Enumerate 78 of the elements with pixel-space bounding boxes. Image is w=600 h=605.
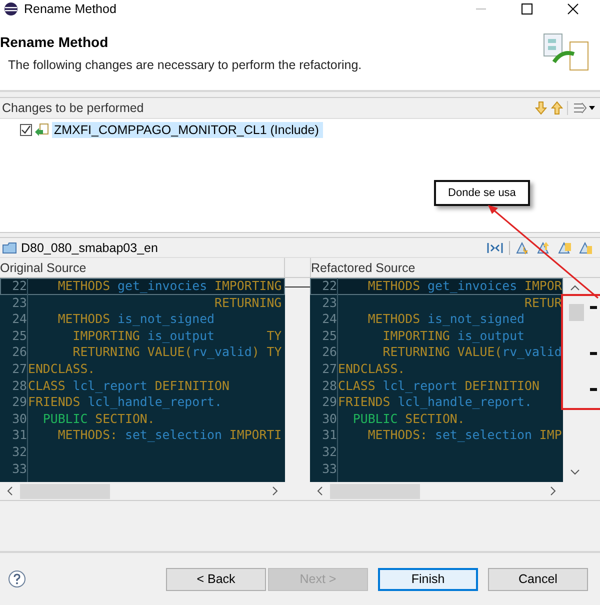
code-line: METHODS get_invoices IMPOR [366, 278, 562, 295]
line-number: 23 [321, 294, 338, 312]
code-line: PUBLIC SECTION. [352, 410, 465, 428]
line-number: 22 [321, 278, 338, 295]
dialog-button[interactable]: Finish [378, 568, 478, 590]
code-line: FRIENDS lcl_handle_report. [28, 394, 222, 411]
code-line: RETURNING VALUE(rv_valid) TY [72, 344, 282, 361]
line-number: 27 [321, 360, 338, 378]
line-number: 30 [11, 410, 28, 428]
line-number: 28 [321, 378, 338, 394]
line-number: 25 [11, 328, 28, 344]
help-icon[interactable] [8, 570, 26, 588]
line-number: 24 [321, 311, 338, 328]
page-message: The following changes are necessary to perform the refactoring. [8, 58, 363, 72]
previous-change-icon[interactable] [536, 240, 552, 254]
line-number: 32 [321, 444, 338, 461]
line-number: 31 [11, 427, 28, 444]
line-number: 28 [11, 378, 28, 394]
scrollbar-thumb[interactable] [569, 304, 584, 321]
code-line: IMPORTING is_output TY [72, 328, 282, 344]
code-line: ENDCLASS. [338, 360, 406, 378]
column-title: Original Source [0, 258, 285, 277]
code-line: IMPORTING is_output [382, 328, 524, 344]
folder-icon [2, 240, 18, 254]
code-line: METHODS get_invocies IMPORTING [56, 278, 282, 295]
line-number: 23 [11, 294, 28, 312]
code-line: RETUR [523, 294, 562, 312]
code-line: METHODS: set_selection IMP [366, 427, 562, 444]
line-number: 24 [11, 311, 28, 328]
scrollbar-thumb[interactable] [20, 484, 110, 498]
dialog-button[interactable]: Cancel [488, 568, 588, 590]
next-difference-icon[interactable] [557, 240, 573, 254]
line-number: 27 [11, 360, 28, 378]
scrollbar-thumb[interactable] [330, 484, 420, 498]
code-editor[interactable] [0, 278, 285, 482]
code-line: METHODS: set_selection IMPORTI [56, 427, 282, 444]
page-title: Rename Method [0, 34, 110, 50]
line-number: 25 [321, 328, 338, 344]
code-line: RETURNING [213, 294, 282, 312]
line-number: 26 [11, 344, 28, 361]
line-number: 31 [321, 427, 338, 444]
code-line: FRIENDS lcl_handle_report. [338, 394, 532, 411]
line-number: 30 [321, 410, 338, 428]
line-number: 29 [321, 394, 338, 411]
code-line: PUBLIC SECTION. [42, 410, 155, 428]
code-editor[interactable] [310, 278, 563, 482]
line-number: 22 [11, 278, 28, 295]
scroll-down-icon[interactable] [570, 468, 580, 476]
callout-label: Donde se usa [434, 180, 530, 206]
file-icon [34, 123, 50, 137]
next-change-icon[interactable] [515, 240, 531, 254]
code-line: ENDCLASS. [28, 360, 96, 378]
code-line: CLASS lcl_report DEFINITION [338, 378, 540, 394]
compare-icon[interactable] [486, 240, 504, 254]
compare-title: D80_080_smabap03_en [21, 240, 159, 254]
line-number: 33 [11, 460, 28, 478]
pane-title: Changes to be performed [2, 101, 145, 115]
code-line: RETURNING VALUE(rv_valid [382, 344, 562, 361]
line-number: 29 [11, 394, 28, 411]
scroll-left-icon[interactable] [6, 486, 14, 496]
code-line: METHODS is_not_signed [56, 311, 215, 328]
connector-line [285, 286, 310, 288]
code-line: METHODS is_not_signed [366, 311, 525, 328]
scroll-right-icon[interactable] [271, 486, 279, 496]
code-line: CLASS lcl_report DEFINITION [28, 378, 230, 394]
line-number: 32 [11, 444, 28, 461]
filter-icon[interactable] [572, 101, 596, 115]
previous-difference-icon[interactable] [578, 240, 594, 254]
dialog-button[interactable]: < Back [166, 568, 266, 590]
tree-item[interactable]: ZMXFI_COMPPAGO_MONITOR_CL1 (Include) [52, 122, 323, 138]
line-number: 26 [321, 344, 338, 361]
scroll-up-icon[interactable] [570, 284, 580, 292]
scroll-left-icon[interactable] [316, 486, 324, 496]
scroll-right-icon[interactable] [549, 486, 557, 496]
column-title: Refactored Source [311, 260, 416, 276]
line-number: 33 [321, 460, 338, 478]
window-title: Rename Method [24, 2, 118, 16]
checkbox[interactable] [20, 124, 32, 136]
